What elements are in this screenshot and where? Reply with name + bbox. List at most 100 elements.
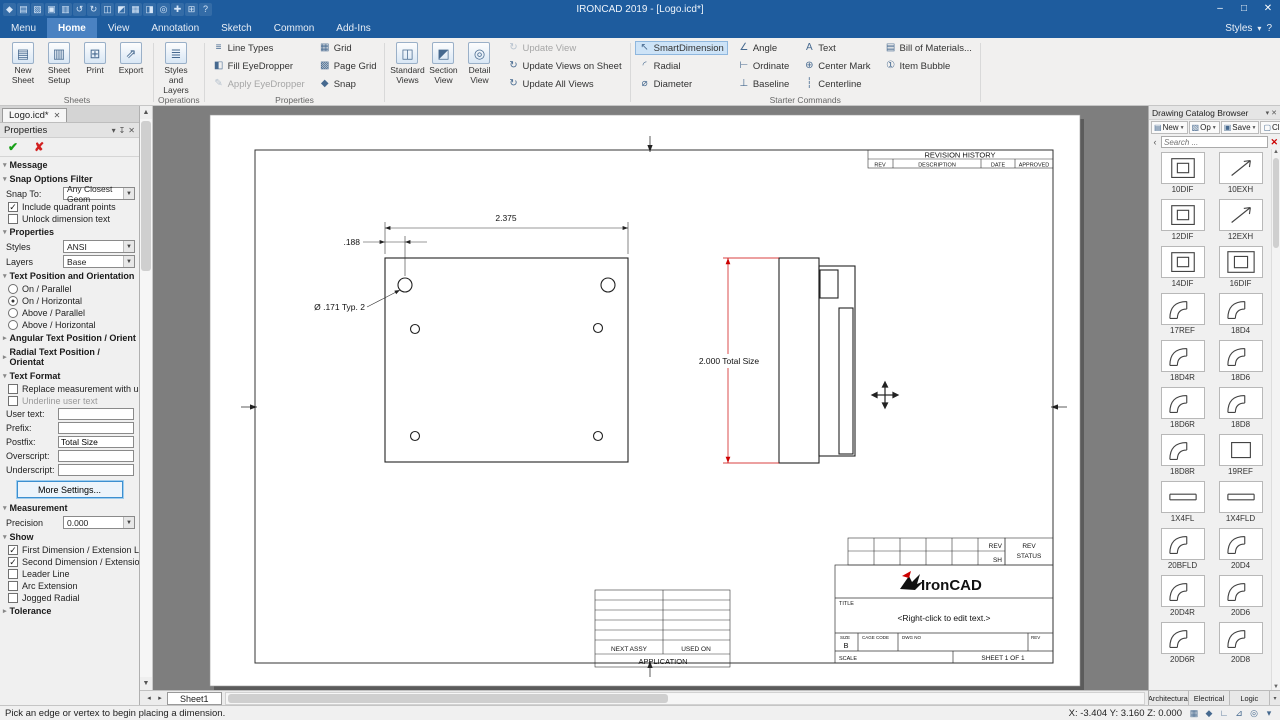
section-show[interactable]: ▾Show: [0, 530, 139, 544]
ribbon-small-button[interactable]: ↻ Update Views on Sheet: [503, 59, 625, 73]
app-icon[interactable]: ◆: [3, 3, 16, 16]
radio-button[interactable]: [8, 320, 18, 330]
text-field[interactable]: [58, 450, 134, 462]
ribbon-small-button[interactable]: ✎ Apply EyeDropper: [209, 77, 309, 91]
grid-icon[interactable]: ▦: [129, 3, 142, 16]
checkbox[interactable]: ✓: [8, 202, 18, 212]
drawing-sheet[interactable]: REVISION HISTORY REV DESCRIPTION DATE AP…: [153, 106, 1148, 690]
ribbon-small-button[interactable]: A Text: [799, 41, 874, 55]
catalog-item[interactable]: 17REF: [1155, 293, 1210, 335]
target-icon[interactable]: ◎: [1248, 708, 1260, 719]
catalog-item[interactable]: 1X4FL: [1155, 481, 1210, 523]
catalog-item[interactable]: 20D4R: [1155, 575, 1210, 617]
checkbox[interactable]: [8, 384, 18, 394]
catalog-item[interactable]: 10EXH: [1213, 152, 1268, 194]
cancel-button[interactable]: ✘: [34, 140, 44, 154]
ribbon-small-button[interactable]: ① Item Bubble: [881, 59, 976, 73]
title-block-title-text[interactable]: <Right-click to edit text.>: [897, 613, 990, 623]
ribbon-small-button[interactable]: ⊥ Baseline: [734, 77, 793, 91]
camera-icon[interactable]: ◨: [143, 3, 156, 16]
scroll-up-icon[interactable]: ▲: [1272, 149, 1280, 155]
checkbox-row[interactable]: ✓ Second Dimension / Extension...: [0, 556, 139, 568]
checkbox-row[interactable]: Leader Line: [0, 568, 139, 580]
collapse-panel-button[interactable]: ‹: [1151, 137, 1159, 147]
ribbon-small-button[interactable]: ◧ Fill EyeDropper: [209, 59, 309, 73]
catalog-item[interactable]: 14DIF: [1155, 246, 1210, 288]
ribbon-small-button[interactable]: ⌀ Diameter: [635, 77, 728, 91]
angle-icon[interactable]: ⊿: [1233, 708, 1245, 719]
ribbon-small-button[interactable]: ▦ Grid: [315, 41, 381, 55]
vertical-scrollbar[interactable]: ▲ ▼: [140, 106, 153, 690]
catalog-tab[interactable]: Logic: [1230, 691, 1270, 705]
save-icon[interactable]: ▣: [45, 3, 58, 16]
text-field[interactable]: [58, 464, 134, 476]
text-field[interactable]: [58, 408, 134, 420]
checkbox-row[interactable]: Jogged Radial: [0, 592, 139, 604]
section-message[interactable]: ▾Message: [0, 158, 139, 172]
catalog-tab[interactable]: Architectural: [1149, 691, 1189, 705]
ribbon-big-button[interactable]: ▥ SheetSetup: [41, 40, 77, 88]
catalog-item[interactable]: 18D4: [1213, 293, 1268, 335]
ribbon-tab[interactable]: View: [97, 18, 141, 38]
catalog-item[interactable]: 19REF: [1213, 434, 1268, 476]
checkbox[interactable]: [8, 581, 18, 591]
radio-button[interactable]: [8, 308, 18, 318]
catalog-item[interactable]: 1X4FLD: [1213, 481, 1268, 523]
catalog-item[interactable]: 18D6: [1213, 340, 1268, 382]
catalog-scrollbar[interactable]: ▲ ▼: [1271, 149, 1280, 690]
catalog-item[interactable]: 12EXH: [1213, 199, 1268, 241]
chevron-down-icon[interactable]: ▾: [1266, 109, 1270, 117]
section-text-format[interactable]: ▾Text Format: [0, 369, 139, 383]
radio-row[interactable]: Above / Horizontal: [0, 319, 139, 331]
scrollbar-thumb[interactable]: [228, 694, 669, 703]
ribbon-big-button[interactable]: ◫ StandardViews: [389, 40, 425, 88]
catalog-item[interactable]: 20D6: [1213, 575, 1268, 617]
ribbon-tab[interactable]: Annotation: [140, 18, 210, 38]
ribbon-small-button[interactable]: ◜ Radial: [635, 59, 728, 73]
catalog-toolbar-button[interactable]: ▢ Clo ▼: [1260, 121, 1280, 134]
ribbon-big-button[interactable]: ≣ Styles andLayers: [158, 40, 194, 97]
apply-button[interactable]: ✔: [8, 140, 18, 154]
checkbox-row[interactable]: Arc Extension: [0, 580, 139, 592]
chevron-down-icon[interactable]: ▾: [112, 126, 116, 135]
ribbon-tab[interactable]: Menu: [0, 18, 47, 38]
catalog-toolbar-button[interactable]: ▤ New ▼: [1151, 121, 1188, 134]
scroll-down-icon[interactable]: ▼: [143, 677, 150, 690]
chevron-down-icon[interactable]: ▾: [1257, 24, 1261, 33]
options-chevron-icon[interactable]: ▾: [1263, 708, 1275, 719]
section-text-position[interactable]: ▾Text Position and Orientation: [0, 269, 139, 283]
catalog-toolbar-button[interactable]: ▣ Save ▼: [1221, 121, 1260, 134]
clear-search-icon[interactable]: ✕: [1270, 137, 1278, 148]
catalog-item[interactable]: 10DIF: [1155, 152, 1210, 194]
maximize-button[interactable]: □: [1232, 0, 1256, 18]
styles-dropdown[interactable]: ANSI▼: [63, 240, 135, 253]
print-icon[interactable]: ▥: [59, 3, 72, 16]
ribbon-small-button[interactable]: ⊢ Ordinate: [734, 59, 793, 73]
catalog-item[interactable]: 20D8: [1213, 622, 1268, 664]
styles-menu[interactable]: Styles: [1225, 23, 1252, 34]
snap-icon[interactable]: ◆: [1203, 708, 1215, 719]
catalog-item[interactable]: 18D8: [1213, 387, 1268, 429]
section-properties[interactable]: ▾Properties: [0, 225, 139, 239]
catalog-item[interactable]: 18D4R: [1155, 340, 1210, 382]
ribbon-tab[interactable]: Common: [263, 18, 326, 38]
ribbon-big-button[interactable]: ◩ SectionView: [425, 40, 461, 88]
snap-to-dropdown[interactable]: Any Closest Geom▼: [63, 187, 135, 200]
dimension-total-size[interactable]: 2.000 Total Size: [699, 356, 760, 366]
previous-sheet-button[interactable]: ◂: [144, 694, 154, 702]
radio-row[interactable]: On / Parallel: [0, 283, 139, 295]
sheet-tab[interactable]: Sheet1: [167, 692, 222, 705]
checkbox[interactable]: ✓: [8, 545, 18, 555]
chevron-down-icon[interactable]: ▾: [1270, 691, 1280, 705]
dimension-width[interactable]: 2.375: [495, 213, 517, 223]
radio-button[interactable]: ●: [8, 296, 18, 306]
layers-dropdown[interactable]: Base▼: [63, 255, 135, 268]
paste-icon[interactable]: ◩: [115, 3, 128, 16]
help-icon[interactable]: ?: [1266, 23, 1272, 34]
ribbon-small-button[interactable]: ↖ SmartDimension: [635, 41, 728, 55]
checkbox[interactable]: ✓: [8, 557, 18, 567]
checkbox[interactable]: [8, 214, 18, 224]
scrollbar-thumb[interactable]: [141, 121, 151, 271]
ribbon-big-button[interactable]: ⇗ Export: [113, 40, 149, 78]
dimension-hole-note[interactable]: Ø .171 Typ. 2: [314, 302, 365, 312]
